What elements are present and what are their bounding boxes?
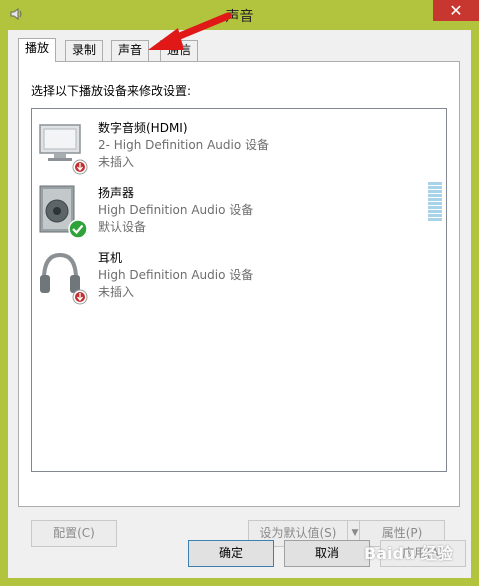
device-status: 默认设备: [98, 220, 147, 234]
red-annotation-arrow-icon: [148, 12, 232, 50]
unplugged-badge-icon: [72, 289, 88, 305]
playback-device-list[interactable]: 数字音频(HDMI) 2- High Definition Audio 设备 未…: [31, 108, 447, 472]
unplugged-badge-icon: [72, 159, 88, 175]
sound-dialog: 声音 ✕ 播放 录制 声音 通信 选择以下播放设备来修改设置:: [0, 0, 479, 586]
headphones-icon: [40, 252, 88, 305]
tab-playback[interactable]: 播放: [18, 38, 57, 62]
list-item-speakers[interactable]: 扬声器 High Definition Audio 设备 默认设备: [36, 182, 442, 246]
speaker-icon: [39, 185, 88, 239]
list-item-hdmi[interactable]: 数字音频(HDMI) 2- High Definition Audio 设备 未…: [36, 119, 442, 181]
close-button[interactable]: ✕: [433, 0, 479, 21]
dialog-client-area: 播放 录制 声音 通信 选择以下播放设备来修改设置:: [8, 30, 471, 578]
ok-button[interactable]: 确定: [188, 540, 274, 567]
device-name: 耳机: [98, 251, 123, 265]
tab-recording[interactable]: 录制: [65, 40, 104, 61]
watermark: Baidu 经验: [364, 544, 453, 563]
default-check-icon: [68, 219, 88, 239]
monitor-icon: [39, 124, 88, 175]
list-item-headphones[interactable]: 耳机 High Definition Audio 设备 未插入: [36, 249, 442, 311]
device-name: 数字音频(HDMI): [98, 121, 188, 135]
device-name: 扬声器: [98, 186, 135, 200]
device-status: 未插入: [98, 285, 135, 299]
title-bar[interactable]: 声音 ✕: [0, 0, 479, 30]
window-title: 声音: [225, 9, 254, 25]
volume-level-meter: [428, 182, 442, 224]
device-description: High Definition Audio 设备: [98, 268, 254, 282]
device-status: 未插入: [98, 155, 135, 169]
configure-button[interactable]: 配置(C): [31, 520, 117, 547]
instruction-text: 选择以下播放设备来修改设置:: [31, 84, 192, 98]
cancel-button[interactable]: 取消: [284, 540, 370, 567]
playback-panel: 选择以下播放设备来修改设置: 数字音频(HDMI) 2- High Defini…: [18, 61, 460, 547]
device-description: 2- High Definition Audio 设备: [98, 138, 270, 152]
device-description: High Definition Audio 设备: [98, 203, 254, 217]
